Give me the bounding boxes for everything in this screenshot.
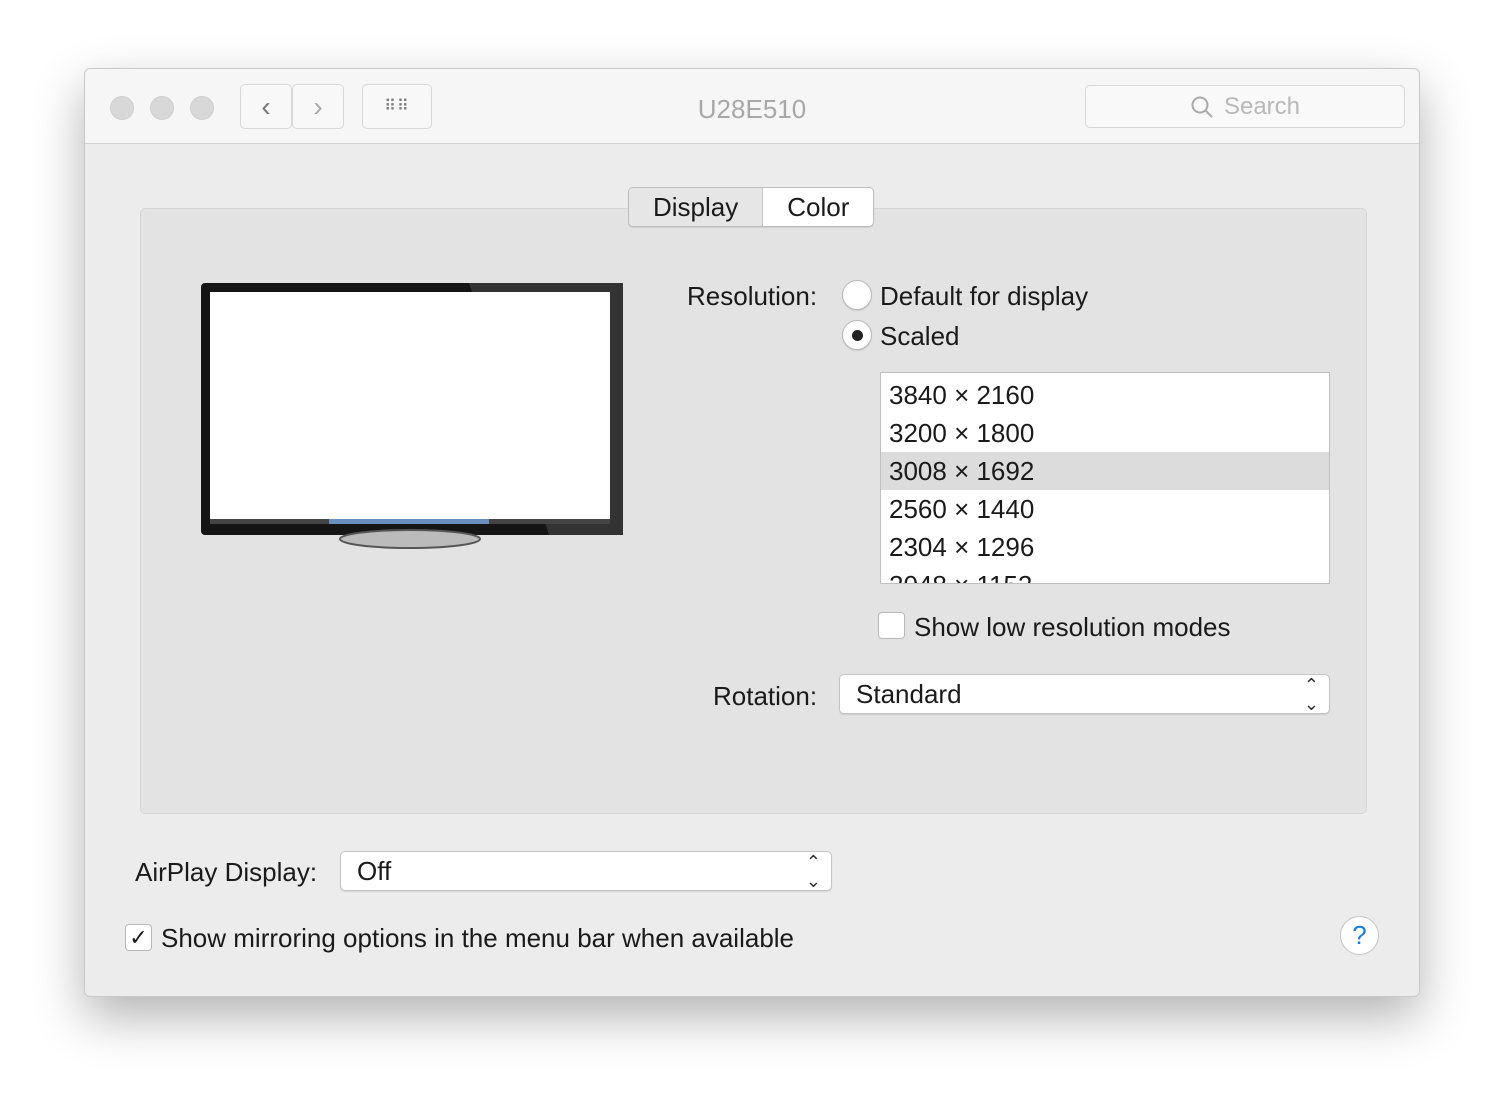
search-icon xyxy=(1191,96,1213,118)
tab-display[interactable]: Display xyxy=(629,188,764,226)
radio-default-for-display[interactable] xyxy=(842,280,872,310)
low-resolution-label: Show low resolution modes xyxy=(914,612,1231,642)
low-resolution-checkbox[interactable] xyxy=(878,612,905,639)
help-button[interactable]: ? xyxy=(1340,916,1379,955)
tab-bar: Display Color xyxy=(628,187,875,227)
radio-scaled[interactable] xyxy=(842,320,872,350)
resolution-option[interactable]: 2560 × 1440 xyxy=(881,490,1329,528)
radio-scaled-label: Scaled xyxy=(880,321,960,351)
mirroring-checkbox[interactable]: ✓ xyxy=(125,924,152,951)
rotation-label: Rotation: xyxy=(713,681,818,711)
resolution-option[interactable]: 2048 × 1152 xyxy=(881,566,1329,583)
title-bar: ‹ › ⠿⠿ U28E510 Search xyxy=(85,69,1419,144)
mirroring-label: Show mirroring options in the menu bar w… xyxy=(161,923,795,953)
airplay-label: AirPlay Display: xyxy=(135,857,318,887)
search-field[interactable]: Search xyxy=(1085,85,1405,128)
system-preferences-window: ‹ › ⠿⠿ U28E510 Search Resolution: Defaul… xyxy=(84,68,1420,997)
resolution-option-selected[interactable]: 3008 × 1692 xyxy=(881,452,1329,490)
checkmark-icon: ✓ xyxy=(129,925,148,950)
rotation-value: Standard xyxy=(856,679,962,709)
airplay-value: Off xyxy=(357,856,392,886)
tab-color[interactable]: Color xyxy=(763,188,874,226)
resolution-list[interactable]: 3840 × 2160 3200 × 1800 3008 × 1692 2560… xyxy=(880,372,1330,584)
resolution-option[interactable]: 2304 × 1296 xyxy=(881,528,1329,566)
up-down-chevron-icon: ⌃ ⌄ xyxy=(1303,675,1319,714)
display-preview xyxy=(201,283,623,549)
radio-default-label: Default for display xyxy=(880,281,1089,311)
up-down-chevron-icon: ⌃ ⌄ xyxy=(805,852,821,891)
airplay-select[interactable]: Off ⌃ ⌄ xyxy=(340,851,832,891)
search-placeholder: Search xyxy=(1223,92,1301,120)
resolution-option[interactable]: 3200 × 1800 xyxy=(881,414,1329,452)
resolution-label: Resolution: xyxy=(687,281,818,311)
rotation-select[interactable]: Standard ⌃ ⌄ xyxy=(839,674,1330,714)
display-panel: Resolution: Default for display Scaled 3… xyxy=(140,208,1367,814)
resolution-option[interactable]: 3840 × 2160 xyxy=(881,376,1329,414)
